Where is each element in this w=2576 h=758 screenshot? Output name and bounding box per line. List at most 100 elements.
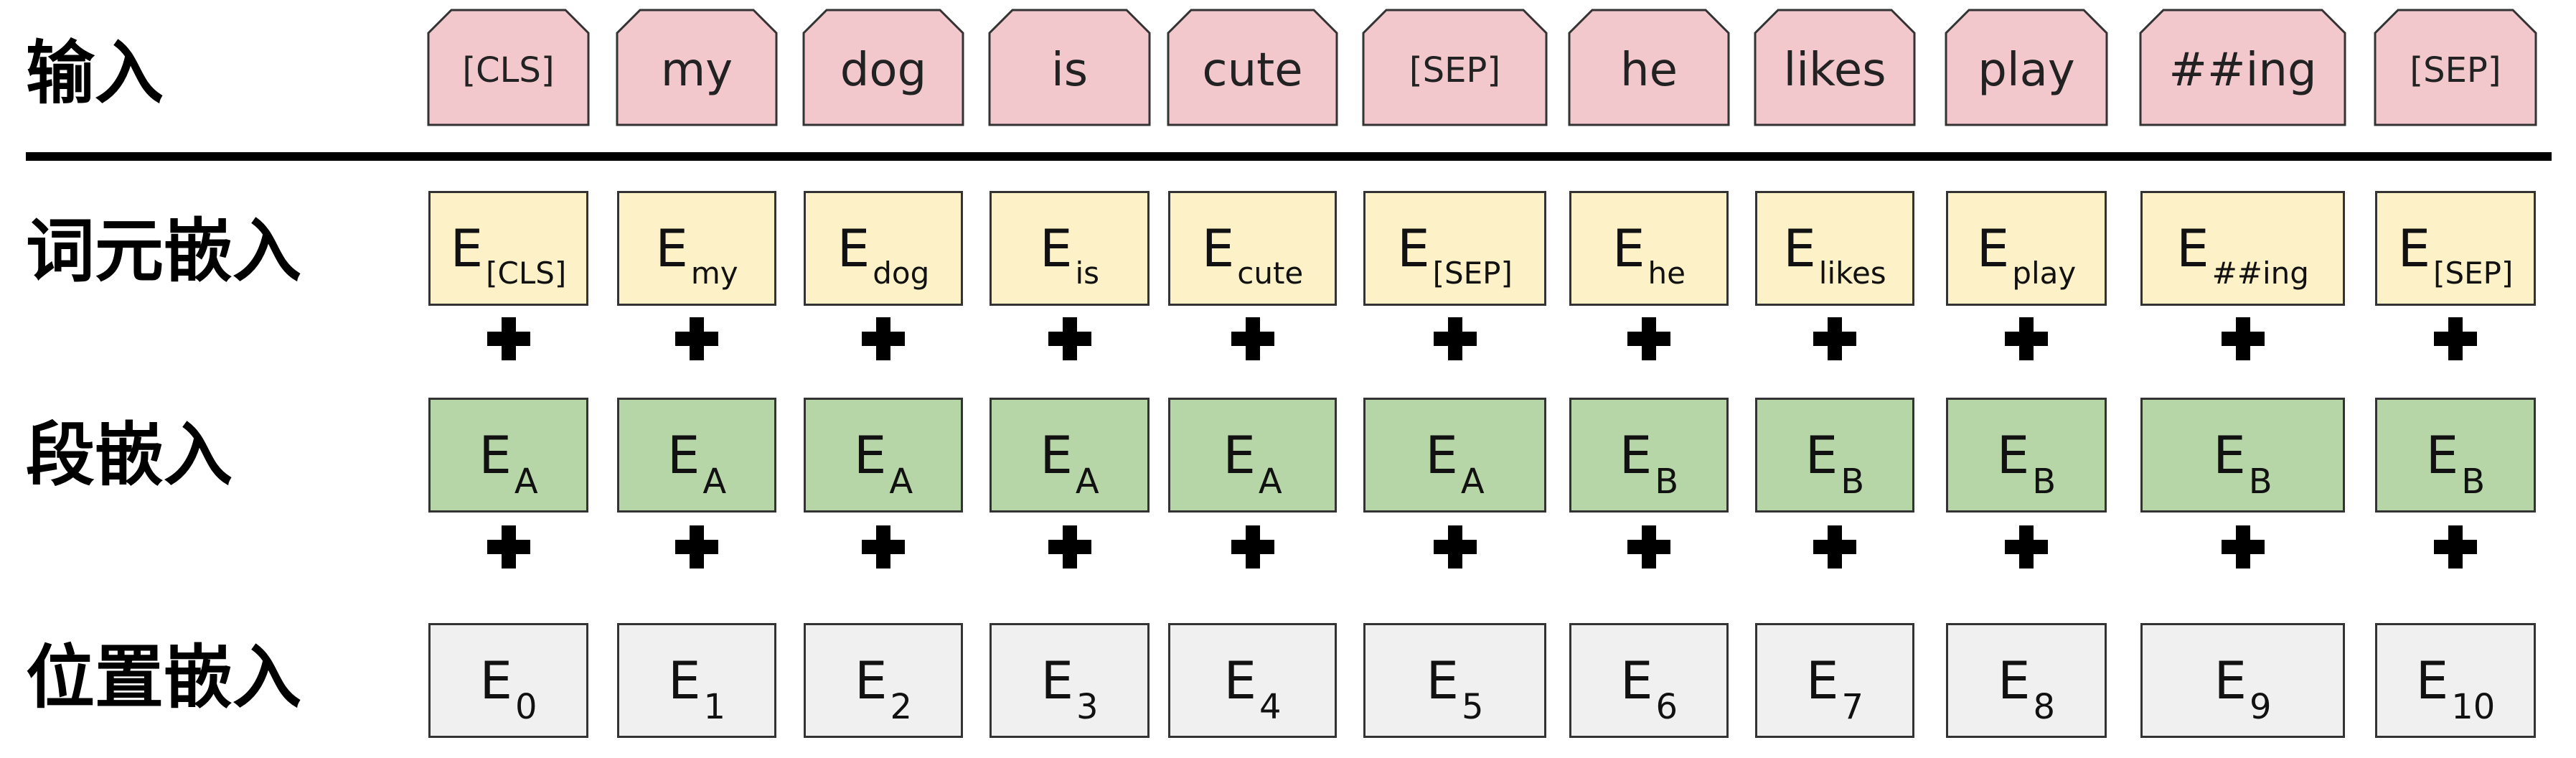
position-embedding-cell: E3 [989,623,1150,738]
plus-icon-token-segment [675,317,718,360]
token-embedding-label: Ehe [1612,223,1686,289]
position-embedding-label: E9 [2214,650,2271,724]
token-embedding-cell: Elikes [1755,191,1914,306]
embedding-symbol: E [1426,650,1459,711]
token-embedding-cell: Ehe [1569,191,1729,306]
embedding-symbol: E [1805,650,1839,711]
embedding-subscript: A [514,462,538,502]
input-token-text: [CLS] [462,50,555,90]
token-embedding-cell: Emy [617,191,776,306]
position-embedding-cell: E9 [2140,623,2345,738]
embedding-subscript: [SEP] [2433,256,2514,291]
embedding-symbol: E [2213,425,2246,485]
position-embedding-label: E1 [668,655,725,724]
embedding-symbol: E [2415,650,2449,711]
embedding-subscript: B [2248,462,2272,502]
input-token: [SEP] [2374,9,2537,126]
embedding-symbol: E [1201,218,1235,279]
segment-embedding-label: EA [479,429,537,499]
embedding-symbol: E [1040,650,1073,711]
plus-icon-segment-position [862,525,905,568]
embedding-subscript: 1 [703,687,726,727]
segment-embedding-cell: EB [1946,398,2107,513]
embedding-symbol: E [837,218,870,279]
embedding-symbol: E [1783,218,1816,279]
plus-icon-token-segment [1048,317,1091,360]
embedding-subscript: cute [1237,256,1304,291]
position-embedding-cell: E2 [804,623,963,738]
segment-embedding-label: EA [853,425,913,499]
plus-icon-segment-position [1048,525,1091,568]
plus-icon-token-segment [1813,317,1856,360]
embedding-subscript: likes [1818,256,1886,291]
position-embedding-label: E3 [1040,650,1098,724]
embedding-symbol: E [854,650,888,711]
token-embedding-label: Eis [1040,223,1099,289]
embedding-subscript: he [1647,256,1686,291]
embedding-subscript: B [2461,462,2486,502]
segment-embedding-label: EB [2425,425,2485,499]
input-token-text: likes [1783,44,1886,97]
input-token: [SEP] [1362,9,1548,126]
position-embedding-label: E5 [1426,650,1483,724]
segment-embedding-label: EB [1620,429,1678,499]
input-token: my [616,9,778,126]
input-token: play [1945,9,2108,126]
input-token-text: [SEP] [2410,50,2501,90]
segment-embedding-label: EA [667,429,726,499]
input-token: [CLS] [427,9,590,126]
segment-embedding-label: EB [1997,429,2056,499]
segment-embedding-cell: EA [1363,398,1546,513]
token-embedding-cell: E ##ing [2140,191,2345,306]
embedding-subscript: dog [873,256,930,291]
embedding-symbol: E [2397,218,2431,279]
embedding-subscript: A [702,462,727,502]
embedding-symbol: E [1997,650,2031,711]
token-embedding-label: E [SEP] [1397,223,1513,289]
plus-icon-token-segment [2221,317,2265,360]
input-token: he [1568,9,1730,126]
embedding-subscript: ##ing [2211,256,2309,291]
segment-embedding-cell: EB [2140,398,2345,513]
plus-icon-token-segment [486,317,530,360]
embedding-subscript: is [1075,256,1100,291]
embedding-symbol: E [1425,425,1458,485]
embedding-symbol: E [2214,650,2247,711]
position-embedding-cell: E5 [1363,623,1546,738]
embedding-subscript: 7 [1841,687,1864,727]
token-embedding-cell: E [SEP] [2375,191,2536,306]
input-token-text: is [1050,44,1089,97]
input-row-label: 输入 [26,33,164,113]
input-token-text: he [1620,44,1678,97]
input-token: dog [802,9,964,126]
embedding-subscript: A [1258,462,1282,502]
embedding-subscript: B [2032,462,2056,502]
token-embedding-cell: E [SEP] [1363,191,1546,306]
segment-embedding-cell: EA [428,398,588,513]
token-embedding-cell: Edog [804,191,963,306]
plus-icon-token-segment [1433,317,1477,360]
input-token-text: my [660,44,733,97]
input-token: is [988,9,1151,126]
position-embedding-label: E7 [1805,650,1863,724]
token-embedding-label: Edog [837,218,930,289]
segment-embedding-cell: EB [1569,398,1729,513]
position-embedding-cell: E0 [428,623,588,738]
embedding-subscript: 9 [2249,687,2272,727]
position-embedding-cell: E 10 [2375,623,2536,738]
token-embedding-cell: Eis [989,191,1150,306]
embedding-symbol: E [853,425,887,485]
input-token-text: [SEP] [1409,50,1501,90]
plus-icon-segment-position [486,525,530,568]
embedding-symbol: E [2425,425,2459,485]
plus-icon-token-segment [1627,317,1670,360]
plus-icon-token-segment [862,317,905,360]
embedding-subscript: 0 [514,687,537,727]
embedding-symbol: E [1223,425,1256,485]
embedding-symbol: E [479,650,512,711]
segment-embedding-cell: EA [617,398,776,513]
embedding-subscript: B [1841,462,1865,502]
position-embedding-label: E2 [854,650,912,724]
embedding-subscript: [SEP] [1432,256,1513,291]
token-embedding-label: Eplay [1977,223,2076,289]
